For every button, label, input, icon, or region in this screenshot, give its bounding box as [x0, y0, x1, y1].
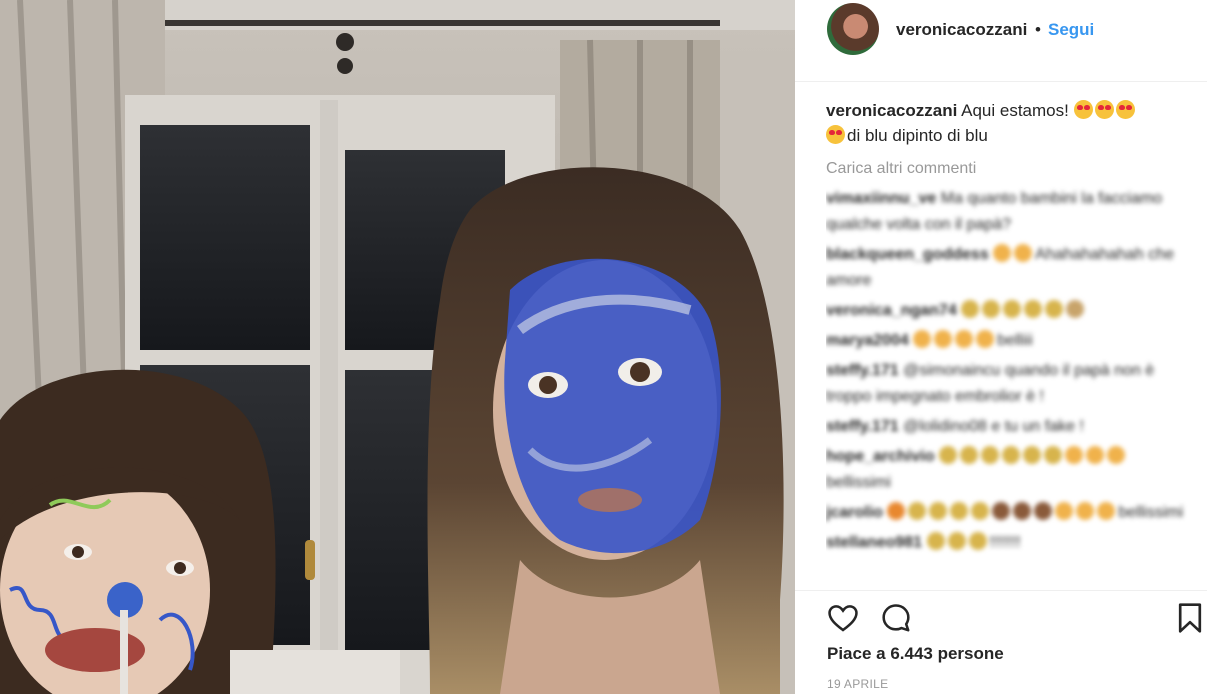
- comment-row: jcarolio bellissimi: [826, 500, 1188, 526]
- likes-count[interactable]: Piace a 6.443 persone: [827, 644, 1004, 664]
- comment-row: steffy.171 @lolidino08 e tu un fake !: [826, 414, 1188, 440]
- caption-text-2: di blu dipinto di blu: [847, 126, 988, 145]
- emoji-icon: [1013, 502, 1032, 520]
- comment-row: blackqueen_goddess Ahahahahahah che amor…: [826, 242, 1188, 294]
- comment-text: @lolidino08 e tu un fake !: [903, 418, 1084, 435]
- emoji-icon: [887, 502, 906, 520]
- avatar[interactable]: [827, 3, 879, 55]
- emoji-icon: [929, 502, 948, 520]
- emoji-icon: [1055, 502, 1074, 520]
- header-username[interactable]: veronicacozzani: [896, 20, 1027, 40]
- emoji-icon: [968, 532, 987, 550]
- emoji-icon: [1001, 446, 1020, 464]
- comment-row: vimaxiinnu_ve Ma quanto bambini la facci…: [826, 186, 1188, 238]
- emoji-icon: [976, 330, 995, 348]
- comment-text: !!!!!!!: [989, 534, 1021, 551]
- emoji-icon: [992, 502, 1011, 520]
- emoji-icon: [971, 502, 990, 520]
- emoji-icon: [947, 532, 966, 550]
- emoji-icon: [961, 300, 980, 318]
- emoji-icon: [1043, 446, 1062, 464]
- comments-list[interactable]: veronicacozzani Aqui estamos! di blu dip…: [826, 98, 1188, 588]
- header-separator: •: [1035, 20, 1041, 39]
- emoji-icon: [938, 446, 957, 464]
- heart-eyes-emoji-icon: [1073, 100, 1093, 119]
- comment-username[interactable]: marya2004: [826, 332, 909, 349]
- emoji-icon: [959, 446, 978, 464]
- blurred-comments: vimaxiinnu_ve Ma quanto bambini la facci…: [826, 186, 1188, 556]
- emoji-icon: [980, 446, 999, 464]
- emoji-icon: [1003, 300, 1022, 318]
- emoji-icon: [982, 300, 1001, 318]
- heart-eyes-emoji-icon: [1094, 100, 1114, 119]
- photo-image: [0, 0, 795, 694]
- emoji-icon: [950, 502, 969, 520]
- comment-username[interactable]: steffy.171: [826, 418, 899, 435]
- bookmark-icon[interactable]: [1176, 601, 1204, 635]
- emoji-icon: [1106, 446, 1125, 464]
- emoji-icon: [1085, 446, 1104, 464]
- comment-text: bellissimi: [1118, 504, 1184, 521]
- caption-username[interactable]: veronicacozzani: [826, 101, 957, 120]
- emoji-icon: [1014, 244, 1033, 262]
- emoji-icon: [993, 244, 1012, 262]
- emoji-icon: [1076, 502, 1095, 520]
- post-actions: Piace a 6.443 persone 19 APRILE: [795, 590, 1207, 694]
- emoji-icon: [1034, 502, 1053, 520]
- comment-text: belliii: [997, 332, 1033, 349]
- emoji-icon: [934, 330, 953, 348]
- emoji-icon: [1064, 446, 1083, 464]
- emoji-icon: [955, 330, 974, 348]
- post-photo[interactable]: [0, 0, 795, 694]
- comment-username[interactable]: vimaxiinnu_ve: [826, 190, 936, 207]
- caption-text-1: Aqui estamos!: [961, 101, 1069, 120]
- comment-row: steffy.171 @simonaincu quando il papà no…: [826, 358, 1188, 410]
- comment-username[interactable]: jcarolio: [826, 504, 883, 521]
- likes-label: Piace a 6.443 persone: [827, 644, 1004, 663]
- comment-row: marya2004 belliii: [826, 328, 1188, 354]
- comment-row: stellaneo981 !!!!!!!: [826, 530, 1188, 556]
- comment-username[interactable]: steffy.171: [826, 362, 899, 379]
- comment-username[interactable]: blackqueen_goddess: [826, 246, 989, 263]
- post-header: veronicacozzani • Segui: [795, 0, 1207, 82]
- heart-eyes-emoji-icon: [1115, 100, 1135, 119]
- emoji-icon: [913, 330, 932, 348]
- comment-bubble-icon[interactable]: [879, 601, 913, 635]
- load-more-comments-button[interactable]: Carica altri commenti: [826, 160, 1188, 178]
- emoji-icon: [1022, 446, 1041, 464]
- comment-text: bellissimi: [826, 474, 891, 491]
- comment-row: hope_archivio bellissimi: [826, 444, 1188, 496]
- heart-eyes-emoji-icon: [826, 125, 845, 144]
- comment-username[interactable]: hope_archivio: [826, 448, 934, 465]
- post-caption: veronicacozzani Aqui estamos! di blu dip…: [826, 98, 1188, 148]
- emoji-icon: [1066, 300, 1085, 318]
- emoji-icon: [1024, 300, 1043, 318]
- comment-username[interactable]: veronica_ngan74: [826, 302, 957, 319]
- heart-icon[interactable]: [826, 601, 860, 635]
- post-side-panel: veronicacozzani • Segui veronicacozzani …: [795, 0, 1217, 694]
- comment-row: veronica_ngan74: [826, 298, 1188, 324]
- emoji-icon: [1045, 300, 1064, 318]
- post-date[interactable]: 19 APRILE: [827, 677, 888, 691]
- emoji-icon: [908, 502, 927, 520]
- follow-button[interactable]: Segui: [1048, 20, 1094, 40]
- emoji-icon: [926, 532, 945, 550]
- comment-username[interactable]: stellaneo981: [826, 534, 922, 551]
- emoji-icon: [1097, 502, 1116, 520]
